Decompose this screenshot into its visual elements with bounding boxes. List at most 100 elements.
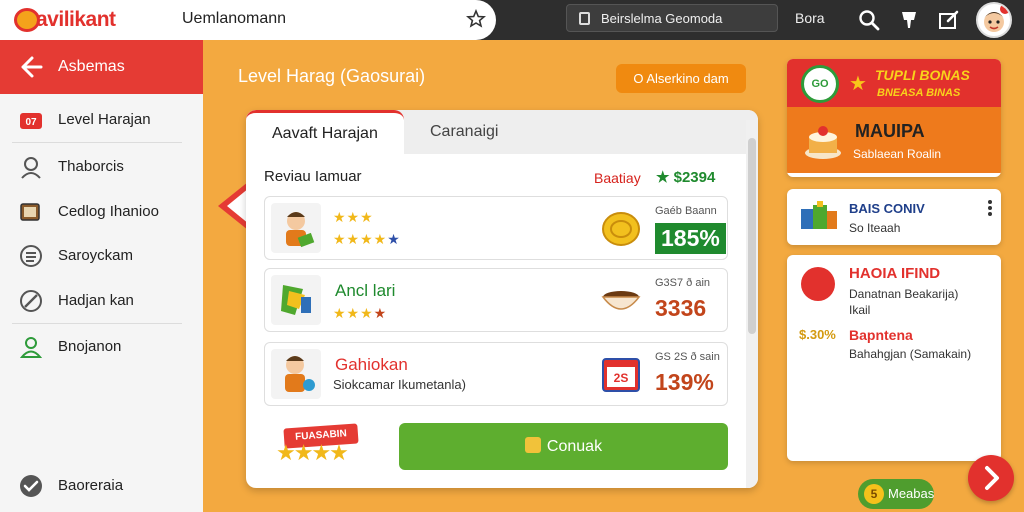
- sidebar-item-thaborcis[interactable]: Thaborcis: [0, 146, 203, 186]
- search-input[interactable]: Beirslelma Geomoda: [566, 4, 778, 32]
- sidebar-header-label: Asbemas: [58, 58, 125, 75]
- flag-icon: [271, 275, 321, 325]
- level-card: Aavaft Harajan Caranaigi Reviau Iamuar B…: [246, 110, 758, 488]
- next-button[interactable]: [968, 455, 1014, 501]
- details-line: Bahahgjan (Samakain): [849, 347, 972, 361]
- sidebar-item-label: Hadjan kan: [58, 292, 134, 309]
- meta-pill-button[interactable]: 5 Meabas: [858, 479, 934, 509]
- cake-icon: [805, 126, 841, 159]
- list-icon: [20, 245, 42, 267]
- sidebar-item-label: Thaborcis: [58, 158, 124, 175]
- edit-icon[interactable]: [937, 8, 961, 32]
- row-percentage: 185%: [655, 223, 726, 254]
- sidebar-back-header[interactable]: Asbemas: [0, 40, 203, 94]
- bonus-card[interactable]: GO ★ TUPLI BONAS BNEASA BINAS MAUIPA Sab…: [787, 59, 1001, 177]
- row-tag: GS 2S ð sain: [655, 351, 720, 363]
- tab-aavaft-harajan[interactable]: Aavaft Harajan: [246, 110, 404, 154]
- sidebar-item-label: Saroyckam: [58, 247, 134, 264]
- character-icon: [271, 203, 321, 253]
- trophy-icon[interactable]: [897, 8, 921, 32]
- bonus-description: Sablaean Roalin: [853, 147, 942, 161]
- info-card-title: BAIS CONIV: [849, 201, 925, 216]
- sidebar-item-bnojanon[interactable]: Bnojanon: [0, 326, 203, 366]
- sidebar-item-cedlog[interactable]: Cedlog Ihanioo: [0, 191, 203, 231]
- brand-area: avilikant Uemlanomann: [0, 0, 496, 40]
- sidebar-item-label: Cedlog Ihanioo: [58, 203, 159, 220]
- continue-button[interactable]: Conuak: [399, 423, 728, 470]
- back-arrow-icon: [21, 56, 43, 78]
- document-icon: [579, 12, 590, 25]
- star-icon[interactable]: [466, 9, 486, 29]
- coin-icon: [602, 212, 640, 246]
- check-circle-icon: [20, 475, 42, 497]
- tab-bar: Aavaft Harajan Caranaigi: [246, 110, 758, 154]
- row-name: Gahiokan: [335, 355, 408, 374]
- rating-stars: ★★★★: [333, 305, 388, 321]
- bowl-icon: [601, 291, 641, 310]
- notification-badge: [1000, 4, 1010, 14]
- trophy-icon: [524, 437, 541, 453]
- calendar-icon: 2S: [602, 358, 640, 392]
- details-card[interactable]: HAOIA IFIND Danatnan Beakarija) Ikail $.…: [787, 255, 1001, 461]
- sidebar-item-footer[interactable]: Baoreraia: [0, 465, 203, 505]
- top-bar: avilikant Uemlanomann Beirslelma Geomoda…: [0, 0, 1024, 40]
- page-title: Level Harag (Gaosurai): [238, 66, 426, 86]
- user-icon: [21, 157, 41, 179]
- row-subtitle: Siokcamar Ikumetanla): [333, 377, 466, 392]
- chevron-right-icon: [985, 466, 999, 490]
- rating-stars: ★★★: [333, 209, 374, 225]
- gift-icon: [801, 201, 837, 229]
- meta-label: Meabas: [888, 486, 935, 501]
- details-title: HAOIA IFIND: [849, 265, 941, 282]
- avatar[interactable]: [976, 2, 1012, 38]
- list-item[interactable]: Ancl lari ★★★★ G3S7 ð ain 3336: [264, 268, 728, 332]
- bonus-body: MAUIPA Sablaean Roalin: [787, 107, 1001, 173]
- sidebar-item-saroyckam[interactable]: Saroyckam: [0, 235, 203, 275]
- more-options-icon[interactable]: [987, 199, 993, 217]
- sidebar-item-hadjan[interactable]: Hadjan kan: [0, 280, 203, 320]
- top-link[interactable]: Bora: [795, 10, 825, 26]
- bonus-subtitle: BNEASA BINAS: [877, 87, 961, 99]
- app-title: Uemlanomann: [182, 10, 287, 27]
- person-icon: [19, 337, 43, 358]
- details-subtitle: Bapntena: [849, 327, 913, 343]
- list-item[interactable]: Gahiokan Siokcamar Ikumetanla) 2S GS 2S …: [264, 342, 728, 406]
- list-total: ★ $2394: [656, 169, 716, 186]
- sidebar-divider: [12, 142, 182, 143]
- sidebar-divider: [12, 323, 182, 324]
- list-item[interactable]: ★★★ ★★★★★ Gaéb Baann 185%: [264, 196, 728, 260]
- sidebar-item-label: Bnojanon: [58, 338, 122, 355]
- book-icon: [20, 203, 40, 221]
- row-tag: Gaéb Baann: [655, 205, 717, 217]
- continue-label: Conuak: [546, 438, 603, 455]
- list-header: Reviau Iamuar: [264, 168, 362, 185]
- sidebar-item-level-harajan[interactable]: 07 Level Harajan: [0, 99, 203, 139]
- scroll-thumb[interactable]: [748, 138, 756, 334]
- bonus-name: MAUIPA: [855, 121, 925, 141]
- row-percentage: 139%: [655, 369, 714, 395]
- row-tag: G3S7 ð ain: [655, 277, 711, 289]
- search-text: Beirslelma Geomoda: [601, 11, 723, 26]
- row-name: Ancl lari: [335, 281, 396, 300]
- slash-icon: [20, 290, 42, 312]
- character-icon: [271, 349, 321, 399]
- star-icon: ★: [849, 73, 867, 95]
- info-card[interactable]: BAIS CONIV So Iteaah: [787, 189, 1001, 245]
- tab-caranaigi[interactable]: Caranaigi: [404, 110, 604, 154]
- badge-icon: [801, 267, 835, 301]
- sidebar: Asbemas 07 Level Harajan Thaborcis Cedlo…: [0, 40, 203, 512]
- brand-name: avilikant: [36, 8, 116, 31]
- sidebar-item-label: Level Harajan: [58, 111, 151, 128]
- coin-icon: 5: [864, 484, 884, 504]
- go-badge: GO: [801, 65, 839, 103]
- scrollbar[interactable]: [746, 120, 758, 488]
- bonus-banner: GO ★ TUPLI BONAS BNEASA BINAS: [787, 59, 1001, 107]
- alert-action-button[interactable]: O Alserkino dam: [616, 64, 746, 93]
- details-line: Ikail: [849, 303, 871, 317]
- list-sort-label[interactable]: Baatiay: [594, 170, 641, 186]
- info-card-subtitle: So Iteaah: [849, 221, 901, 235]
- app-logo[interactable]: avilikant: [14, 6, 154, 34]
- details-percentage: $.30%: [799, 327, 836, 342]
- svg-text:07: 07: [25, 117, 37, 128]
- search-icon[interactable]: [857, 8, 881, 32]
